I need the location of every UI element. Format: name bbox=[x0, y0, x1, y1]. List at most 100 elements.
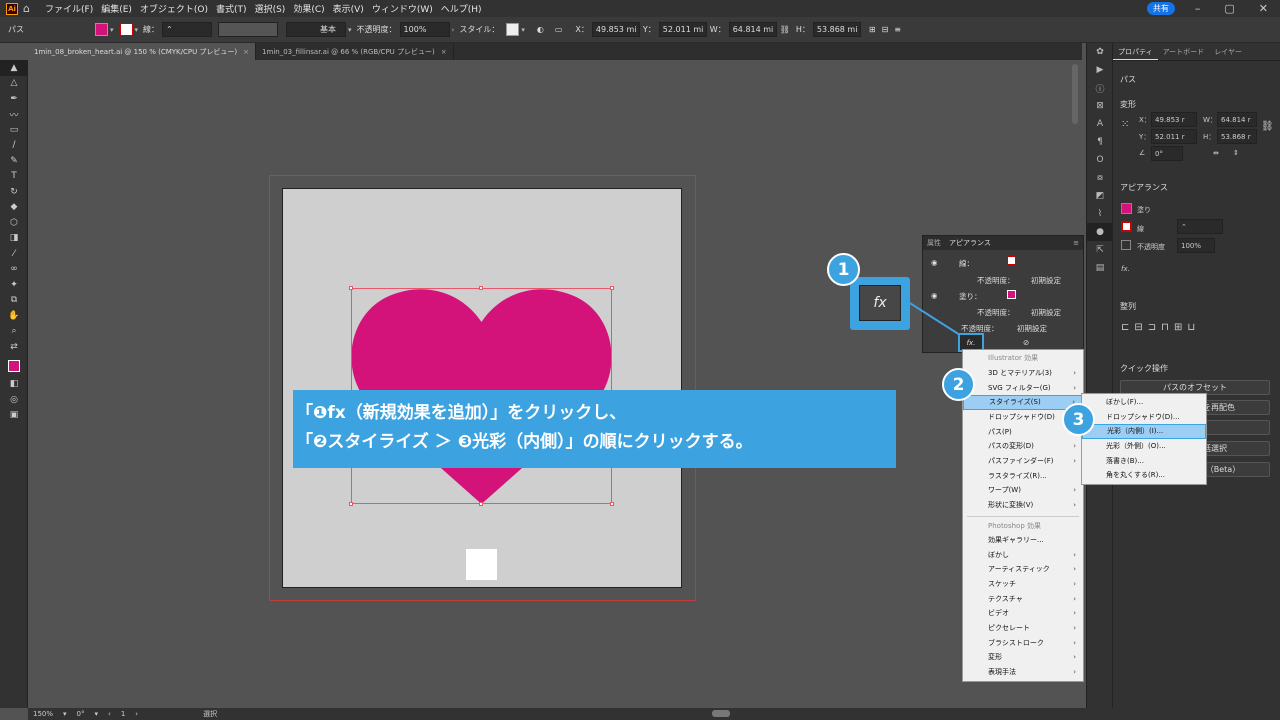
stroke-weight-field[interactable]: ⌃ bbox=[162, 22, 213, 37]
selection-handle[interactable] bbox=[610, 502, 614, 506]
align-icons[interactable]: ⊏⊟⊐⊓⊞⊔ bbox=[1121, 322, 1200, 333]
x-field[interactable]: 49.853 mi bbox=[591, 22, 640, 37]
comments-icon[interactable]: ▤ bbox=[1087, 259, 1113, 277]
menu-type[interactable]: 書式(T) bbox=[212, 2, 251, 15]
visibility-eye-icon[interactable]: ◉ bbox=[931, 258, 938, 267]
w-field[interactable]: 64.814 r bbox=[1217, 112, 1257, 127]
menu-rasterize[interactable]: ラスタライズ(R)... bbox=[963, 469, 1083, 484]
fill-swatch[interactable] bbox=[1007, 290, 1016, 299]
menu-stylize-ps[interactable]: 表現手法 › bbox=[963, 665, 1083, 680]
pathfinder-icon[interactable]: ⧇ bbox=[1087, 169, 1113, 187]
chevron-down-icon[interactable]: ▾ bbox=[348, 26, 352, 34]
close-icon[interactable]: × bbox=[243, 48, 249, 56]
rectangle-tool-icon[interactable]: ▭ bbox=[0, 122, 28, 138]
grid-icon[interactable]: ⊟ bbox=[882, 25, 889, 34]
vertical-scrollbar[interactable] bbox=[1072, 64, 1078, 124]
shape-builder-tool-icon[interactable]: ⬡ bbox=[0, 215, 28, 231]
stroke-opacity-value[interactable]: 初期設定 bbox=[1031, 275, 1061, 286]
menu-stylize[interactable]: スタイライズ(S) › bbox=[963, 395, 1083, 410]
curvature-tool-icon[interactable]: 〰 bbox=[0, 107, 28, 123]
stroke-weight-field[interactable]: ⌃ bbox=[1177, 219, 1223, 234]
menu-distort-transform[interactable]: パスの変形(D) › bbox=[963, 439, 1083, 454]
submenu-scribble[interactable]: 落書き(B)... bbox=[1082, 454, 1206, 469]
links-icon[interactable]: ⊠ bbox=[1087, 97, 1113, 115]
menu-help[interactable]: ヘルプ(H) bbox=[437, 2, 486, 15]
export-icon[interactable]: ⇱ bbox=[1087, 241, 1113, 259]
y-field[interactable]: 52.011 mi bbox=[658, 22, 707, 37]
blend-tool-icon[interactable]: ∞ bbox=[0, 262, 28, 278]
menu-distort-ps[interactable]: 変形 › bbox=[963, 650, 1083, 665]
swap-colors-icon[interactable]: ⇄ bbox=[0, 339, 28, 355]
selection-handle[interactable] bbox=[479, 286, 483, 290]
horizontal-scrollbar[interactable] bbox=[712, 710, 730, 717]
stroke-color-swatch[interactable] bbox=[1121, 221, 1132, 232]
menu-pixelate[interactable]: ピクセレート › bbox=[963, 621, 1083, 636]
color-mode-icon[interactable]: ◧ bbox=[0, 377, 28, 393]
align-icon[interactable]: ▭ bbox=[555, 25, 563, 34]
pen-tool-icon[interactable]: ✒ bbox=[0, 91, 28, 107]
symbol-sprayer-tool-icon[interactable]: ✦ bbox=[0, 277, 28, 293]
hand-tool-icon[interactable]: ✋ bbox=[0, 308, 28, 324]
variable-width-field[interactable] bbox=[218, 22, 279, 37]
opacity-field[interactable]: 100% bbox=[399, 22, 450, 37]
panel-menu-icon[interactable]: ≡ bbox=[894, 25, 901, 34]
reference-point-icon[interactable]: ⁙ bbox=[1121, 119, 1129, 130]
chevron-down-icon[interactable]: ▾ bbox=[110, 26, 114, 34]
menu-file[interactable]: ファイル(F) bbox=[41, 2, 97, 15]
libraries-icon[interactable]: ✿ bbox=[1087, 43, 1113, 61]
tab-layers[interactable]: レイヤー bbox=[1209, 43, 1247, 60]
menu-3d-materials[interactable]: 3D とマテリアル(3) › bbox=[963, 366, 1083, 381]
close-icon[interactable]: ✕ bbox=[1247, 2, 1280, 15]
pencil-tool-icon[interactable]: ✎ bbox=[0, 153, 28, 169]
link-icon[interactable]: ⛓ bbox=[780, 25, 790, 34]
submenu-round-corners[interactable]: 角を丸くする(R)... bbox=[1082, 468, 1206, 483]
tab-properties[interactable]: プロパティ bbox=[1113, 43, 1158, 60]
image-trace-icon[interactable]: ◩ bbox=[1087, 187, 1113, 205]
flip-horizontal-icon[interactable]: ⇹ bbox=[1213, 149, 1219, 157]
chevron-right-icon[interactable]: › bbox=[452, 26, 455, 34]
angle-field[interactable]: 0° bbox=[1151, 146, 1183, 161]
tab-artboards[interactable]: アートボード bbox=[1158, 43, 1210, 60]
menu-svg-filter[interactable]: SVG フィルター(G) › bbox=[963, 381, 1083, 396]
menu-view[interactable]: 表示(V) bbox=[329, 2, 368, 15]
home-icon[interactable]: ⌂ bbox=[23, 2, 37, 15]
submenu-drop-shadow[interactable]: ドロップシャドウ(D)... bbox=[1082, 410, 1206, 425]
type-tool-icon[interactable]: T bbox=[0, 169, 28, 185]
tab-attributes[interactable]: 属性 bbox=[923, 238, 945, 248]
opacity-field[interactable]: 100% bbox=[1177, 238, 1215, 253]
eraser-tool-icon[interactable]: ◆ bbox=[0, 200, 28, 216]
selection-handle[interactable] bbox=[610, 286, 614, 290]
style-swatch[interactable] bbox=[506, 23, 520, 36]
panel-menu-icon[interactable]: ≡ bbox=[1069, 239, 1083, 247]
submenu-inner-glow[interactable]: 光彩（内側）(I)... bbox=[1082, 424, 1206, 439]
eyedropper-tool-icon[interactable]: ⁄ bbox=[0, 246, 28, 262]
fx-button[interactable]: fx. bbox=[1121, 265, 1130, 273]
brush-field[interactable]: 基本 bbox=[286, 22, 347, 37]
transform-icon[interactable]: ⊞ bbox=[869, 25, 876, 34]
y-field[interactable]: 52.011 r bbox=[1151, 129, 1197, 144]
draw-mode-icon[interactable]: ◎ bbox=[0, 392, 28, 408]
menu-sketch[interactable]: スケッチ › bbox=[963, 577, 1083, 592]
menu-select[interactable]: 選択(S) bbox=[251, 2, 290, 15]
x-field[interactable]: 49.853 r bbox=[1151, 112, 1197, 127]
minimize-icon[interactable]: – bbox=[1183, 2, 1213, 15]
menu-convert-shape[interactable]: 形状に変換(V) › bbox=[963, 498, 1083, 513]
next-artboard-icon[interactable]: › bbox=[135, 710, 138, 718]
submenu-feather[interactable]: ぼかし(F)... bbox=[1082, 395, 1206, 410]
delete-icon[interactable]: ⊘ bbox=[1023, 338, 1029, 347]
paragraph-icon[interactable]: ¶ bbox=[1087, 133, 1113, 151]
selection-tool-icon[interactable]: ▲ bbox=[0, 60, 28, 76]
stroke-swatch[interactable] bbox=[119, 23, 133, 36]
menu-video[interactable]: ビデオ › bbox=[963, 606, 1083, 621]
menu-object[interactable]: オブジェクト(O) bbox=[136, 2, 212, 15]
menu-effect[interactable]: 効果(C) bbox=[289, 2, 328, 15]
h-field[interactable]: 53.868 mi bbox=[812, 22, 861, 37]
character-icon[interactable]: A bbox=[1087, 115, 1113, 133]
flip-vertical-icon[interactable]: ⇕ bbox=[1233, 149, 1239, 157]
paintbrush-tool-icon[interactable]: ∕ bbox=[0, 138, 28, 154]
menu-artistic[interactable]: アーティスティック › bbox=[963, 562, 1083, 577]
tab-fillinsar[interactable]: 1min_03_fillinsar.ai @ 66 % (RGB/CPU プレビ… bbox=[256, 43, 454, 60]
recolor-icon[interactable]: ◐ bbox=[537, 25, 544, 34]
close-icon[interactable]: × bbox=[441, 48, 447, 56]
screen-mode-icon[interactable]: ▣ bbox=[0, 408, 28, 424]
